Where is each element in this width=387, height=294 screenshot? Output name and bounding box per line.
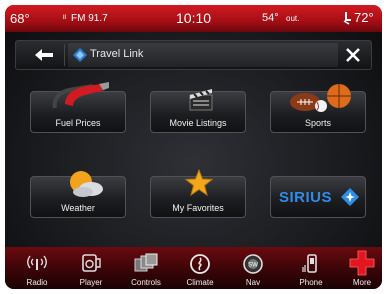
tile-label: Weather	[61, 203, 95, 213]
inside-temperature: 68°	[10, 11, 30, 26]
close-button[interactable]	[341, 42, 365, 68]
sports-button[interactable]: Sports	[270, 84, 366, 133]
nav-label: Phone	[299, 278, 323, 287]
nav-controls[interactable]: Controls	[127, 247, 165, 289]
status-bar: 68° ᴵᴵ FM 91.7 10:10 54° out. 72°	[5, 5, 382, 32]
plus-icon	[349, 250, 375, 276]
radio-station: FM 91.7	[71, 13, 108, 24]
nav-more[interactable]: More	[343, 247, 381, 289]
sirius-logo: SIRIUS	[279, 188, 361, 207]
uconnect-screen: 68° ᴵᴵ FM 91.7 10:10 54° out. 72° Travel…	[5, 5, 382, 289]
nav-phone[interactable]: Phone	[292, 247, 330, 289]
my-favorites-button[interactable]: My Favorites	[150, 169, 246, 218]
svg-text:SW: SW	[248, 263, 258, 269]
nav-nav[interactable]: SW Nav	[234, 247, 272, 289]
title-tab: Travel Link	[68, 43, 338, 67]
nav-label: Player	[79, 278, 103, 287]
antenna-icon: ᴵᴵ	[63, 13, 67, 23]
radio-icon	[27, 255, 47, 270]
weather-button[interactable]: Weather	[30, 171, 126, 218]
bottom-nav-bar: Radio Player Controls Climate SW Nav Pho…	[5, 247, 382, 289]
fuel-pump-icon	[52, 82, 109, 109]
travel-link-icon	[73, 48, 87, 62]
weather-icon	[70, 171, 103, 197]
outside-label: out.	[286, 14, 300, 23]
nav-label: Nav	[245, 278, 261, 287]
title-bar: Travel Link	[15, 40, 372, 70]
close-icon	[346, 48, 360, 62]
sirius-star-icon	[341, 188, 359, 206]
nav-label: Radio	[26, 278, 48, 287]
nav-label: More	[352, 278, 372, 287]
star-icon	[185, 169, 213, 197]
climate-icon	[190, 254, 210, 274]
phone-icon	[302, 254, 317, 273]
nav-radio[interactable]: Radio	[18, 247, 56, 289]
player-icon	[82, 254, 101, 272]
fuel-prices-button[interactable]: Fuel Prices	[30, 82, 126, 133]
nav-climate[interactable]: Climate	[181, 247, 219, 289]
nav-label: Controls	[131, 278, 161, 287]
nav-icon: SW	[243, 254, 263, 274]
tile-label: My Favorites	[172, 203, 224, 213]
outside-temperature: 54°	[262, 12, 279, 24]
sirius-button[interactable]: SIRIUS	[270, 176, 366, 218]
controls-icon	[134, 253, 158, 272]
back-button[interactable]	[20, 44, 65, 66]
tile-label: Sports	[304, 118, 331, 128]
page-title: Travel Link	[90, 48, 144, 60]
back-arrow-icon	[35, 49, 53, 61]
tile-label: Fuel Prices	[55, 118, 101, 128]
set-temperature: 72°	[354, 10, 374, 25]
sports-balls-icon	[290, 84, 351, 112]
movie-listings-button[interactable]: Movie Listings	[150, 89, 246, 133]
clapperboard-icon	[189, 89, 213, 111]
clock-time: 10:10	[176, 10, 212, 26]
nav-label: Climate	[186, 278, 214, 287]
nav-player[interactable]: Player	[72, 247, 110, 289]
tile-label: Movie Listings	[169, 118, 227, 128]
sirius-logo-text: SIRIUS	[279, 189, 333, 206]
seat-icon	[342, 11, 352, 28]
